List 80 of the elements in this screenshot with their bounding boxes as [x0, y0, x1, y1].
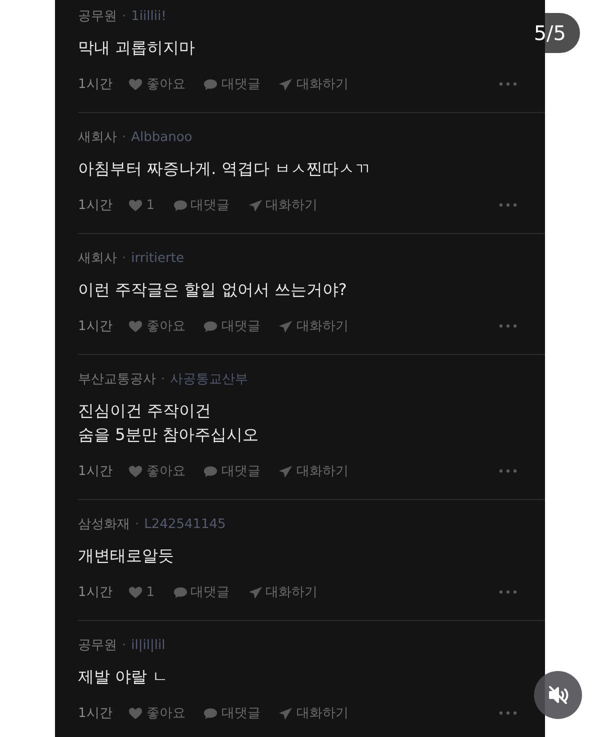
more-button[interactable] — [499, 590, 517, 594]
speech-bubble-icon — [172, 198, 188, 212]
like-button[interactable]: 좋아요 — [128, 462, 186, 480]
speaker-muted-icon — [546, 683, 570, 707]
nickname: L242541145 — [144, 516, 226, 532]
send-icon — [278, 706, 294, 720]
send-icon — [278, 76, 294, 92]
company-name: 새회사 — [78, 250, 117, 267]
comment-text: 진심이건 주작이건 숨을 5분만 참아주십시오 — [78, 400, 260, 446]
separator-dot: · — [122, 250, 126, 266]
nickname: il|il|lil — [131, 638, 166, 652]
comment-text: 제발 야랄 ㄴ — [78, 666, 170, 688]
nickname: irritierte — [131, 250, 184, 266]
time-label: 1시간 — [78, 584, 112, 601]
heart-icon — [128, 198, 144, 212]
comment-text: 이런 주작글은 할일 없어서 쓰는거야? — [78, 279, 348, 301]
time-label: 1시간 — [78, 705, 112, 722]
company-name: 공무원 — [78, 637, 117, 654]
separator-dot: · — [122, 8, 126, 24]
speech-bubble-icon — [203, 464, 218, 478]
heart-icon — [128, 706, 144, 720]
speech-bubble-icon — [203, 76, 218, 92]
chat-button[interactable]: 대화하기 — [248, 196, 318, 214]
reply-button[interactable]: 대댓글 — [203, 462, 260, 480]
speech-bubble-icon — [172, 584, 188, 600]
like-button[interactable]: 좋아요 — [128, 75, 186, 93]
more-icon — [499, 82, 517, 86]
more-icon — [499, 469, 517, 473]
reply-button[interactable]: 대댓글 — [172, 196, 230, 214]
reply-button[interactable]: 대댓글 — [172, 583, 230, 601]
like-button[interactable]: 1 — [128, 584, 155, 600]
nickname: 사공통교산부 — [170, 371, 248, 388]
nickname: 1iillii! — [131, 8, 166, 24]
separator-dot: · — [122, 638, 126, 652]
reply-button[interactable]: 대댓글 — [203, 75, 260, 93]
heart-icon — [128, 464, 144, 478]
more-button[interactable] — [499, 324, 517, 328]
separator-dot: · — [161, 372, 166, 386]
heart-icon — [128, 318, 144, 334]
separator-dot: · — [122, 130, 126, 144]
company-name: 새회사 — [78, 129, 117, 146]
like-button[interactable]: 1 — [128, 198, 155, 212]
separator-dot: · — [135, 516, 140, 532]
chat-button[interactable]: 대화하기 — [278, 317, 348, 335]
like-button[interactable]: 좋아요 — [128, 317, 186, 335]
time-label: 1시간 — [78, 76, 112, 93]
speech-bubble-icon — [203, 706, 218, 720]
time-label: 1시간 — [78, 197, 112, 214]
chat-button[interactable]: 대화하기 — [248, 583, 318, 601]
company-name: 부산교통공사 — [78, 371, 156, 388]
like-button[interactable]: 좋아요 — [128, 704, 186, 722]
more-button[interactable] — [499, 203, 517, 207]
more-icon — [499, 711, 517, 715]
send-icon — [278, 464, 294, 478]
more-button[interactable] — [499, 711, 517, 715]
send-icon — [248, 198, 263, 212]
comment-text: 개변태로알듯 — [78, 545, 175, 567]
heart-icon — [128, 584, 144, 600]
time-label: 1시간 — [78, 463, 112, 480]
reply-button[interactable]: 대댓글 — [203, 317, 260, 335]
reply-button[interactable]: 대댓글 — [203, 704, 260, 722]
more-icon — [499, 203, 517, 207]
mute-button[interactable] — [534, 671, 582, 719]
more-button[interactable] — [499, 469, 517, 473]
more-icon — [499, 324, 517, 328]
company-name: 삼성화재 — [78, 516, 130, 533]
send-icon — [248, 584, 263, 600]
speech-bubble-icon — [203, 318, 218, 334]
send-icon — [278, 318, 294, 334]
chat-button[interactable]: 대화하기 — [278, 704, 348, 722]
company-name: 공무원 — [78, 8, 117, 25]
time-label: 1시간 — [78, 318, 112, 335]
chat-button[interactable]: 대화하기 — [278, 75, 348, 93]
more-button[interactable] — [499, 82, 517, 86]
chat-button[interactable]: 대화하기 — [278, 462, 348, 480]
heart-icon — [128, 76, 144, 92]
nickname: Albbanoo — [131, 130, 192, 144]
more-icon — [499, 590, 517, 594]
comment-text: 막내 괴롭히지마 — [78, 37, 196, 59]
comment-text: 아침부터 짜증나게. 역겹다 ㅂㅅ찐따ㅅㄲ — [78, 158, 372, 180]
